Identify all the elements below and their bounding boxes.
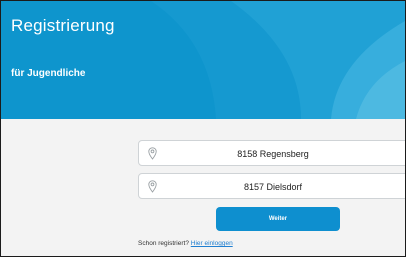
login-prompt-text: Schon registriert? [138,240,189,247]
location-field-1[interactable]: 8158 Regensberg [138,140,405,166]
login-prompt-row: Schon registriert? Hier einloggen [138,240,233,247]
location-pin-icon [148,147,157,165]
location-field-2[interactable]: 8157 Dielsdorf [138,173,405,199]
page-subtitle: für Jugendliche [11,68,86,79]
login-link[interactable]: Hier einloggen [191,240,233,247]
page-title: Registrierung [11,16,115,35]
continue-button[interactable]: Weiter [216,207,340,231]
location-field-value: 8157 Dielsdorf [243,182,303,192]
hero-banner: Registrierung für Jugendliche [1,1,405,119]
location-pin-icon [148,180,157,198]
registration-page: Registrierung für Jugendliche 8158 Regen… [0,0,406,257]
location-field-value: 8158 Regensberg [237,149,309,159]
